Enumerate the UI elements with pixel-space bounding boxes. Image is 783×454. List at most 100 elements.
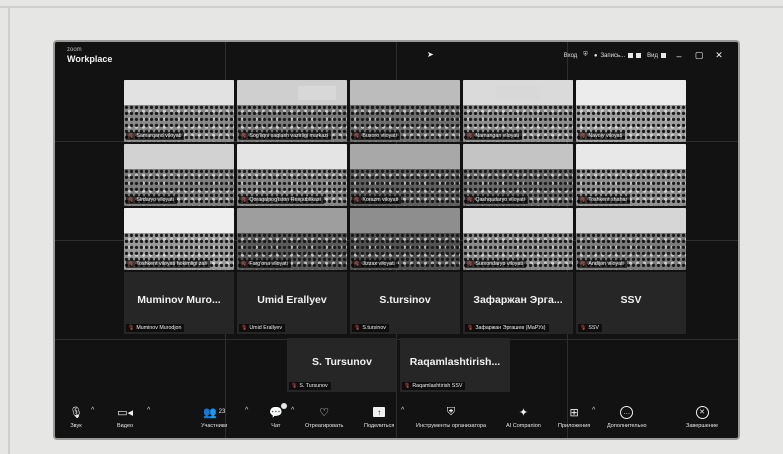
participant-display-name: S.tursinov <box>379 294 431 306</box>
mic-muted-icon: 🎙 <box>128 325 135 331</box>
title-bar: zoom Workplace ➤ Вход ⛨ ● Запись... Вид … <box>55 42 738 68</box>
apps-button[interactable]: ⊞ Приложения <box>558 404 591 430</box>
apps-label: Приложения <box>558 423 591 429</box>
participant-name: 🎙 Farg'ona viloyati <box>239 260 291 268</box>
wall-post <box>8 8 10 454</box>
audio-button[interactable]: 🎙 Звук <box>69 404 83 430</box>
share-screen-icon: ↑ <box>373 404 386 420</box>
participant-name: 🎙 Sog'liqni saqlash vazirligi markazi <box>239 132 332 140</box>
video-tile[interactable]: 🎙 Jizzax viloyati <box>350 208 460 270</box>
chat-options-caret-icon[interactable]: ^ <box>291 407 294 414</box>
mic-muted-icon: 🎙 <box>467 261 474 267</box>
video-tile[interactable]: 🎙 Sirdaryo viloyati <box>124 144 234 206</box>
end-meeting-button[interactable]: ✕ Завершение <box>686 404 718 429</box>
mic-muted-icon: 🎙 <box>241 133 248 139</box>
mic-muted-icon: 🎙 <box>580 197 587 203</box>
more-button[interactable]: … Дополнительно <box>607 404 647 429</box>
mic-muted-icon: 🎙 <box>467 197 474 203</box>
close-icon[interactable]: ✕ <box>712 50 726 61</box>
participants-label: Участники <box>201 423 228 429</box>
participant-tile[interactable]: Raqamlashtirish... 🎙 Raqamlashtirish SSV <box>400 338 510 392</box>
chat-badge <box>280 403 287 409</box>
video-tile[interactable]: 🎙 Andijon viloyati <box>576 208 686 270</box>
video-tile[interactable]: 🎙 Samarqand viloyati <box>124 80 234 142</box>
video-tile[interactable]: 🎙 Buxoro viloyati <box>350 80 460 142</box>
participants-options-caret-icon[interactable]: ^ <box>245 407 248 414</box>
chat-button[interactable]: 💬 Чат <box>269 403 287 429</box>
participant-name: 🎙 Зафаржан Эргашев (МаРУз) <box>465 324 549 332</box>
video-label: Видео <box>117 423 134 429</box>
participant-tile[interactable]: Umid Erallyev 🎙 Umid Erallyev <box>237 272 347 334</box>
video-tile[interactable]: 🎙 Qashqadaryo viloyati <box>463 144 573 206</box>
participant-name: 🎙 S. Tursunov <box>289 382 331 390</box>
share-button[interactable]: ↑ Поделиться <box>364 404 394 429</box>
host-tools-button[interactable]: ⛨ Инструменты организатора <box>416 404 487 430</box>
apps-options-caret-icon[interactable]: ^ <box>592 407 595 414</box>
participant-tile[interactable]: Muminov Muro... 🎙 Muminov Murodjon <box>124 272 234 334</box>
mic-muted-icon: 🎙 <box>241 325 248 331</box>
video-options-caret-icon[interactable]: ^ <box>147 407 150 414</box>
minimize-icon[interactable]: – <box>672 51 686 61</box>
end-label: Завершение <box>686 423 718 429</box>
participant-display-name: Umid Erallyev <box>257 294 327 306</box>
participant-tile[interactable]: S.tursinov 🎙 S.tursinov <box>350 272 460 334</box>
participant-name: 🎙 Sirdaryo viloyati <box>126 196 177 204</box>
mic-muted-icon: 🎙 <box>128 133 135 139</box>
audio-options-caret-icon[interactable]: ^ <box>91 407 94 414</box>
participant-name: 🎙 SSV <box>578 324 602 332</box>
participant-name: 🎙 Andijon viloyati <box>578 260 627 268</box>
video-tile[interactable]: 🎙 Namangan viloyati <box>463 80 573 142</box>
video-tile[interactable]: 🎙 Qoraqalpog'iston Respublikasi <box>237 144 347 206</box>
chat-icon: 💬 <box>269 403 287 420</box>
video-tile[interactable]: 🎙 Sog'liqni saqlash vazirligi markazi <box>237 80 347 142</box>
security-shield-icon[interactable]: ⛨ <box>583 52 588 59</box>
participant-tile[interactable]: Зафаржан Эрга... 🎙 Зафаржан Эргашев (МаРУ… <box>463 272 573 334</box>
people-icon: 👥 23 <box>202 406 226 419</box>
video-tile[interactable]: 🎙 Navoiy viloyati <box>576 80 686 142</box>
mic-muted-icon: 🎙 <box>291 383 298 389</box>
participants-button[interactable]: 👥 23 Участники <box>201 404 228 430</box>
share-options-caret-icon[interactable]: ^ <box>401 407 404 414</box>
pause-icon[interactable] <box>628 53 634 58</box>
heart-icon: ♡ <box>319 406 330 419</box>
mic-muted-icon: 🎙 <box>354 133 361 139</box>
recording-indicator[interactable]: ● Запись... <box>594 53 642 59</box>
host-tools-label: Инструменты организатора <box>416 423 487 429</box>
participant-name: 🎙 S.tursinov <box>352 324 389 332</box>
participant-display-name: S. Tursunov <box>312 356 372 368</box>
participant-tile[interactable]: SSV 🎙 SSV <box>576 272 686 334</box>
video-tile[interactable]: 🎙 Farg'ona viloyati <box>237 208 347 270</box>
camera-icon: ▭◂ <box>117 406 133 419</box>
participant-name: 🎙 Navoiy viloyati <box>578 132 626 140</box>
video-tile[interactable]: 🎙 Toshkent shahar <box>576 144 686 206</box>
participant-name: 🎙 Namangan viloyati <box>465 132 522 140</box>
participant-display-name: Зафаржан Эрга... <box>473 294 563 306</box>
meeting-toolbar: 🎙 Звук ^ ▭◂ Видео ^ 👥 23 Участники ^ 💬 Ча… <box>55 402 738 438</box>
participant-name: 🎙 Qoraqalpog'iston Respublikasi <box>239 196 324 204</box>
sparkle-icon: ✦ <box>518 406 529 419</box>
video-tile[interactable]: 🎙 Xorazm viloyati <box>350 144 460 206</box>
mic-muted-icon: 🎙 <box>128 197 135 203</box>
maximize-icon[interactable]: ▢ <box>692 50 706 61</box>
react-label: Отреагировать <box>305 423 344 429</box>
react-button[interactable]: ♡ Отреагировать <box>305 404 344 430</box>
video-button[interactable]: ▭◂ Видео <box>117 404 134 430</box>
mic-muted-icon: 🎙 <box>241 261 248 267</box>
signin-button[interactable]: Вход <box>564 53 578 59</box>
mic-muted-icon: 🎙 <box>354 197 361 203</box>
mic-muted-icon: 🎙 <box>580 325 587 331</box>
mouse-pointer-icon: ➤ <box>427 50 434 59</box>
participant-display-name: Raqamlashtirish... <box>409 356 501 368</box>
stop-icon[interactable] <box>636 53 642 58</box>
view-label: Вид <box>647 52 658 59</box>
video-tile[interactable]: 🎙 Surxondaryo viloyati <box>463 208 573 270</box>
chat-label: Чат <box>271 423 281 429</box>
participant-name: 🎙 Xorazm viloyati <box>352 196 402 204</box>
shield-icon: ⛨ <box>446 405 456 418</box>
participant-tile[interactable]: S. Tursunov 🎙 S. Tursunov <box>287 338 397 392</box>
view-button[interactable]: Вид <box>647 53 666 59</box>
video-tile[interactable]: 🎙 Toshkent viloyati hokimligi zali <box>124 208 234 270</box>
end-icon: ✕ <box>695 404 709 420</box>
participant-name: 🎙 Umid Erallyev <box>239 324 286 332</box>
ai-companion-button[interactable]: ✦ AI Companion <box>506 404 541 430</box>
